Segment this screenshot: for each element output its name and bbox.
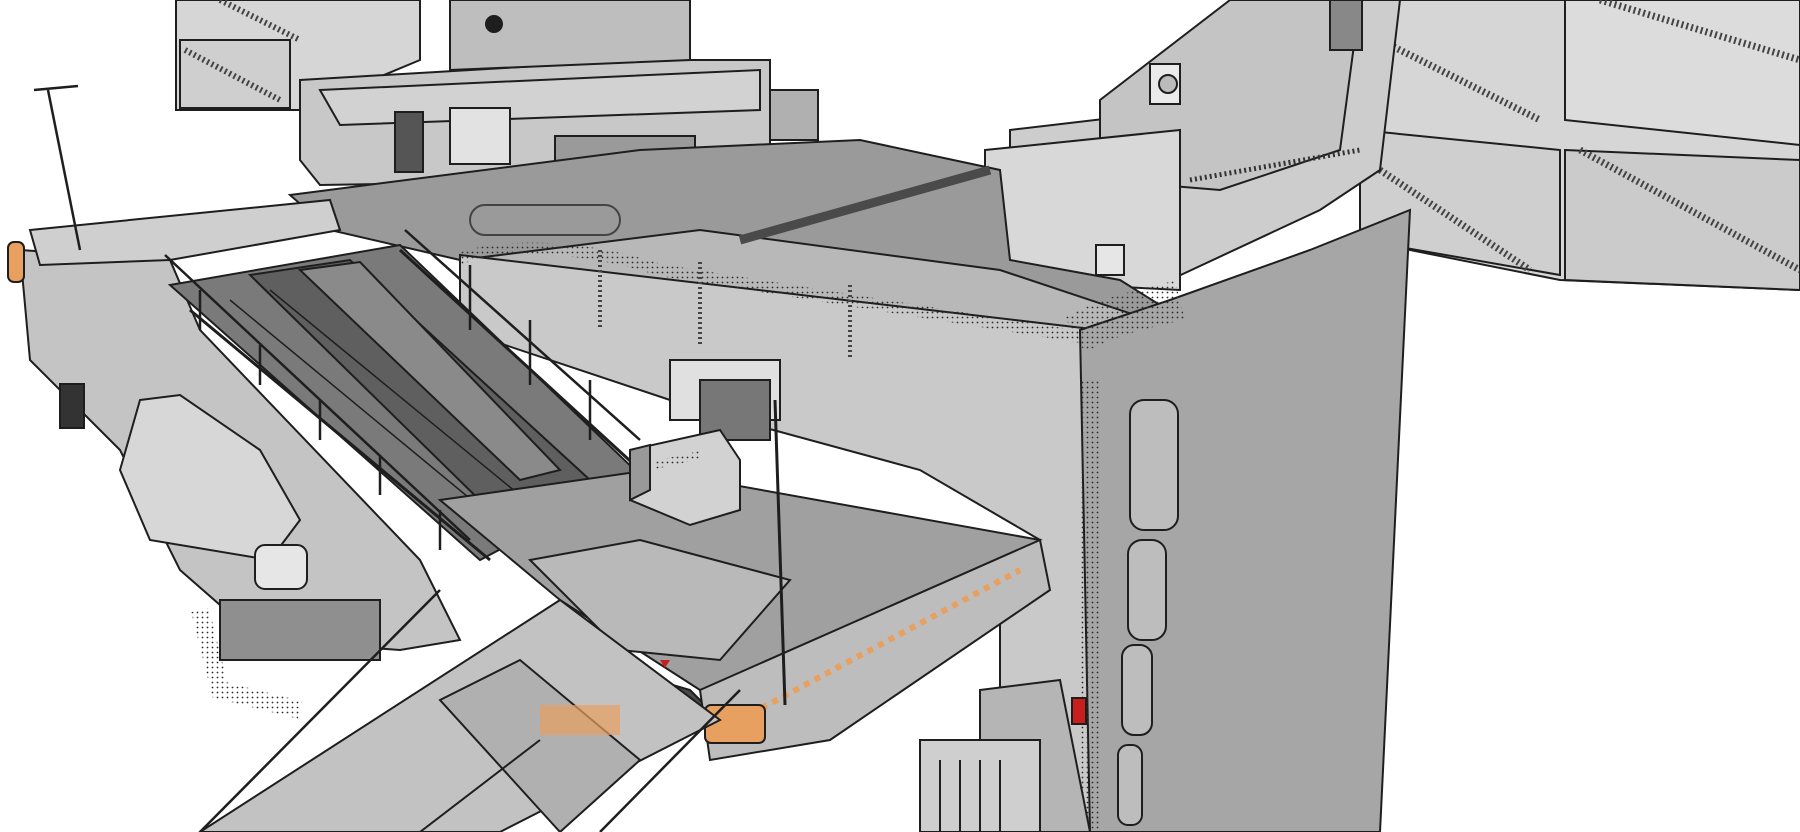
render-viewport [0,0,1800,832]
right-hull-corner [1065,208,1412,832]
lower-right-machinery [919,678,1092,832]
hangar-platform-render [7,0,1800,832]
upper-right-truss-structure [1359,0,1800,292]
